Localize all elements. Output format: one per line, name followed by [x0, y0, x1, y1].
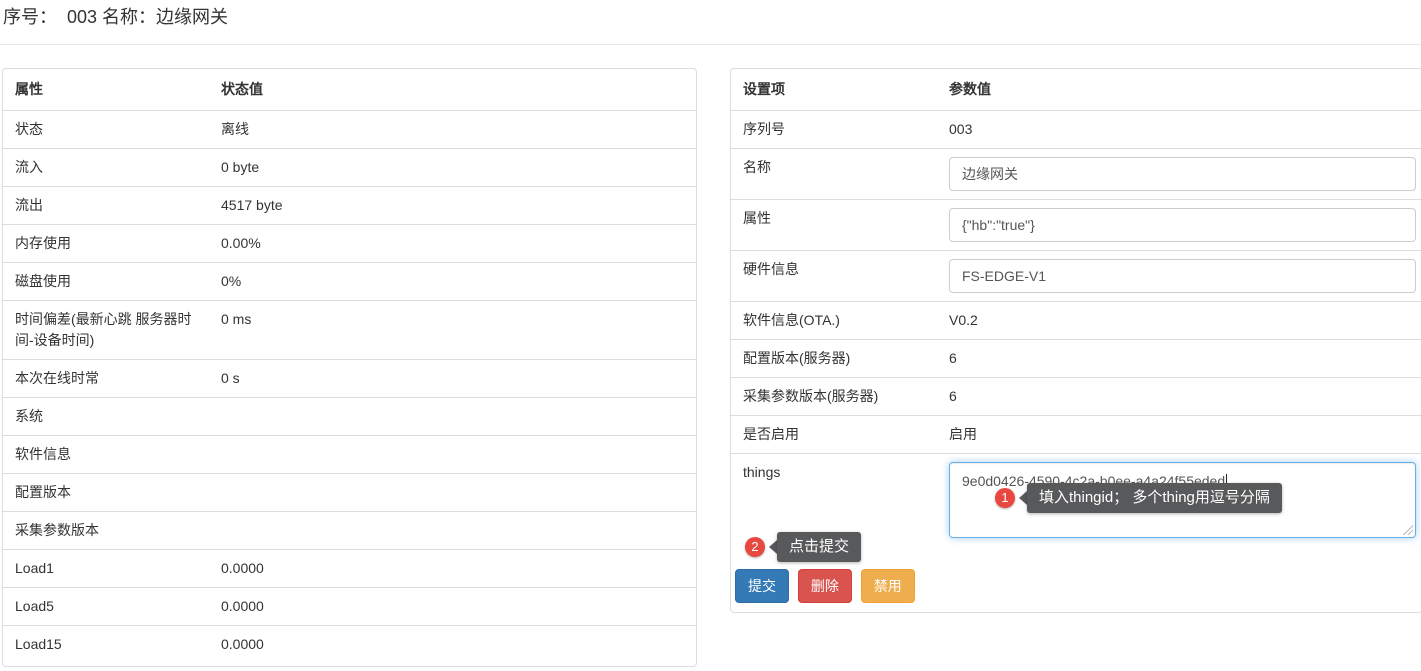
column-header-param-value: 参数值	[945, 69, 1421, 111]
setting-row-serial: 序列号 003	[731, 111, 1421, 149]
row-label: 序列号	[731, 111, 945, 149]
row-label: Load15	[3, 626, 217, 664]
row-label: 系统	[3, 398, 217, 436]
row-label: 采集参数版本	[3, 512, 217, 550]
status-row-online-duration: 本次在线时常 0 s	[3, 360, 696, 398]
hardware-input[interactable]	[949, 259, 1416, 293]
status-row-load1: Load1 0.0000	[3, 550, 696, 588]
status-table: 属性 状态值 状态 离线 流入 0 byte 流出 4517 byte	[3, 69, 696, 663]
column-header-property: 属性	[3, 69, 217, 111]
row-value: 6	[945, 378, 1421, 416]
row-value: 6	[945, 340, 1421, 378]
status-table-header-row: 属性 状态值	[3, 69, 696, 111]
row-label: things	[731, 454, 945, 547]
row-value: 0 byte	[217, 149, 696, 187]
status-row-state: 状态 离线	[3, 111, 696, 149]
row-label: 时间偏差(最新心跳 服务器时间-设备时间)	[3, 301, 217, 360]
status-row-load5: Load5 0.0000	[3, 588, 696, 626]
row-value	[217, 512, 696, 550]
resize-handle-icon[interactable]	[1403, 525, 1413, 535]
row-value: 启用	[945, 416, 1421, 454]
setting-row-hardware: 硬件信息	[731, 251, 1421, 302]
status-row-memory: 内存使用 0.00%	[3, 225, 696, 263]
things-textarea-value: 9e0d0426-4590-4c2a-b0ee-a4a24f55eded	[962, 473, 1225, 489]
row-label: 本次在线时常	[3, 360, 217, 398]
setting-row-things: things 9e0d0426-4590-4c2a-b0ee-a4a24f55e…	[731, 454, 1421, 547]
row-label: 是否启用	[731, 416, 945, 454]
row-label: 软件信息	[3, 436, 217, 474]
setting-row-attributes: 属性	[731, 200, 1421, 251]
row-value: 4517 byte	[217, 187, 696, 225]
page-title: 序号： 003 名称：边缘网关	[0, 0, 1421, 28]
column-header-status-value: 状态值	[217, 69, 696, 111]
row-value	[217, 474, 696, 512]
text-caret	[1226, 474, 1227, 489]
setting-row-name: 名称	[731, 149, 1421, 200]
setting-row-software-ota: 软件信息(OTA.) V0.2	[731, 302, 1421, 340]
setting-row-collect-version: 采集参数版本(服务器) 6	[731, 378, 1421, 416]
status-row-system: 系统	[3, 398, 696, 436]
status-row-config-version: 配置版本	[3, 474, 696, 512]
submit-button[interactable]: 提交	[735, 569, 789, 603]
things-textarea[interactable]: 9e0d0426-4590-4c2a-b0ee-a4a24f55eded	[949, 462, 1416, 538]
row-value: 0.00%	[217, 225, 696, 263]
row-label: 名称	[731, 149, 945, 200]
column-header-setting: 设置项	[731, 69, 945, 111]
settings-table-header-row: 设置项 参数值	[731, 69, 1421, 111]
row-label: Load5	[3, 588, 217, 626]
row-value: 0 ms	[217, 301, 696, 360]
status-row-inflow: 流入 0 byte	[3, 149, 696, 187]
row-label: Load1	[3, 550, 217, 588]
device-settings-panel: 设置项 参数值 序列号 003 名称 属性	[730, 68, 1421, 613]
row-label: 软件信息(OTA.)	[731, 302, 945, 340]
status-row-load15: Load15 0.0000	[3, 626, 696, 664]
status-row-collect-version: 采集参数版本	[3, 512, 696, 550]
device-status-panel: 属性 状态值 状态 离线 流入 0 byte 流出 4517 byte	[2, 68, 697, 667]
row-value: 离线	[217, 111, 696, 149]
disable-button[interactable]: 禁用	[861, 569, 915, 603]
status-row-software-info: 软件信息	[3, 436, 696, 474]
status-row-disk: 磁盘使用 0%	[3, 263, 696, 301]
status-row-outflow: 流出 4517 byte	[3, 187, 696, 225]
row-value: 0.0000	[217, 550, 696, 588]
row-value: V0.2	[945, 302, 1421, 340]
row-value: 0%	[217, 263, 696, 301]
setting-row-enabled: 是否启用 启用	[731, 416, 1421, 454]
attributes-input[interactable]	[949, 208, 1416, 242]
row-value: 003	[945, 111, 1421, 149]
row-label: 状态	[3, 111, 217, 149]
delete-button[interactable]: 删除	[798, 569, 852, 603]
panels-container: 属性 状态值 状态 离线 流入 0 byte 流出 4517 byte	[0, 45, 1421, 667]
name-input[interactable]	[949, 157, 1416, 191]
row-label: 属性	[731, 200, 945, 251]
setting-row-config-version: 配置版本(服务器) 6	[731, 340, 1421, 378]
row-label: 配置版本	[3, 474, 217, 512]
row-label: 硬件信息	[731, 251, 945, 302]
actions-bar: 提交 删除 禁用	[731, 546, 1421, 612]
row-value	[217, 436, 696, 474]
row-label: 内存使用	[3, 225, 217, 263]
settings-table: 设置项 参数值 序列号 003 名称 属性	[731, 69, 1421, 546]
row-label: 磁盘使用	[3, 263, 217, 301]
row-value: 0.0000	[217, 588, 696, 626]
row-value	[217, 398, 696, 436]
row-label: 采集参数版本(服务器)	[731, 378, 945, 416]
row-value: 0 s	[217, 360, 696, 398]
row-label: 流出	[3, 187, 217, 225]
row-label: 配置版本(服务器)	[731, 340, 945, 378]
row-value: 0.0000	[217, 626, 696, 664]
status-row-time-offset: 时间偏差(最新心跳 服务器时间-设备时间) 0 ms	[3, 301, 696, 360]
row-label: 流入	[3, 149, 217, 187]
